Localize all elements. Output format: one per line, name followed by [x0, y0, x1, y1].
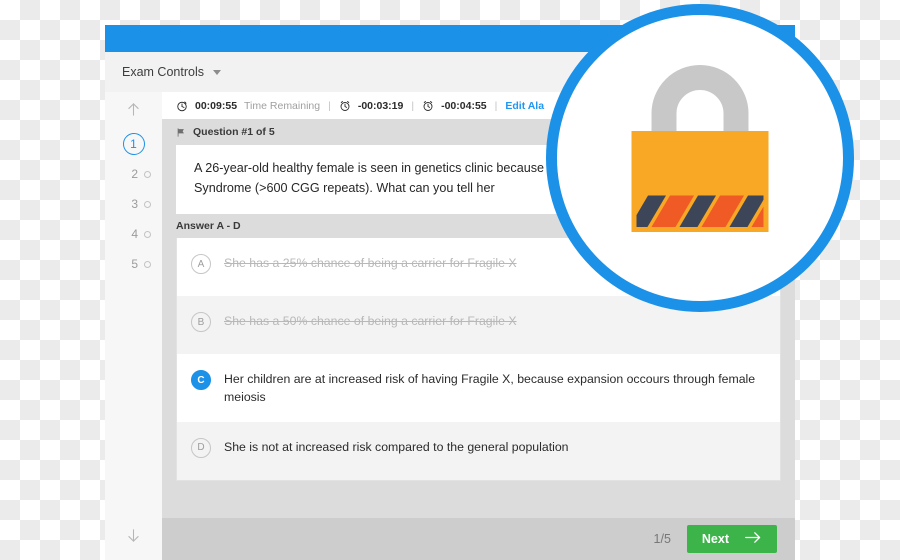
sidebar-question-3-number: 3	[131, 197, 138, 211]
sidebar-question-4[interactable]: 4	[105, 219, 162, 249]
arrow-down-icon[interactable]	[105, 518, 162, 552]
alarm-clock-icon-1	[339, 100, 351, 112]
exam-footer-bar: 1/5 Next	[162, 518, 795, 560]
sidebar-question-4-dot	[144, 230, 151, 238]
flag-icon[interactable]	[176, 127, 186, 138]
question-header-label: Question #1 of 5	[193, 126, 275, 138]
exam-controls-menu[interactable]: Exam Controls	[122, 65, 221, 79]
answer-option-d[interactable]: D She is not at increased risk compared …	[177, 421, 780, 480]
question-sidebar: 1 2 3 4 5	[105, 92, 163, 560]
next-button[interactable]: Next	[686, 525, 777, 553]
arrow-right-icon	[744, 531, 762, 547]
timer-separator-3: |	[494, 99, 498, 112]
sidebar-question-5-dot	[144, 260, 151, 268]
sidebar-question-1[interactable]: 1	[105, 129, 162, 159]
answer-option-b-badge[interactable]: B	[191, 312, 211, 333]
sidebar-question-2[interactable]: 2	[105, 159, 162, 189]
alarm-clock-icon-2	[422, 100, 434, 112]
sidebar-question-3-dot	[144, 200, 151, 208]
answer-option-a-text: She has a 25% chance of being a carrier …	[224, 256, 517, 271]
answer-option-c-badge[interactable]: C	[191, 370, 211, 391]
time-remaining-value: 00:09:55	[195, 99, 238, 112]
screenshot-stage: Exam Controls 1 2 3 4 5 00:09:55 Time Re…	[0, 0, 900, 560]
alarm-two-value: -00:04:55	[441, 99, 487, 112]
question-number-list: 1 2 3 4 5	[105, 129, 162, 279]
edit-alarms-link[interactable]: Edit Ala	[505, 100, 544, 112]
page-counter: 1/5	[653, 532, 671, 546]
locked-content-overlay	[546, 4, 854, 312]
stopwatch-icon	[176, 100, 188, 112]
timer-separator-2: |	[411, 99, 415, 112]
sidebar-question-3[interactable]: 3	[105, 189, 162, 219]
next-button-label: Next	[701, 532, 729, 546]
answer-option-c-text: Her children are at increased risk of ha…	[224, 372, 756, 404]
padlock-icon	[620, 56, 780, 261]
sidebar-question-5-number: 5	[131, 257, 138, 271]
answer-option-d-badge[interactable]: D	[191, 437, 211, 458]
answer-option-a-badge[interactable]: A	[191, 254, 211, 275]
arrow-up-icon[interactable]	[105, 92, 162, 126]
sidebar-question-2-dot	[144, 170, 151, 178]
sidebar-question-5[interactable]: 5	[105, 249, 162, 279]
timer-separator-1: |	[328, 99, 331, 112]
chevron-down-icon	[212, 69, 221, 75]
time-remaining-label: Time Remaining	[244, 99, 321, 112]
answer-option-c[interactable]: C Her children are at increased risk of …	[177, 354, 780, 422]
sidebar-question-4-number: 4	[131, 227, 138, 241]
sidebar-question-1-number: 1	[122, 133, 145, 155]
answer-option-d-text: She is not at increased risk compared to…	[224, 439, 569, 454]
sidebar-question-2-number: 2	[131, 167, 138, 181]
exam-controls-label: Exam Controls	[122, 65, 204, 79]
answer-option-b-text: She has a 50% chance of being a carrier …	[224, 314, 517, 329]
alarm-one-value: -00:03:19	[357, 99, 404, 112]
